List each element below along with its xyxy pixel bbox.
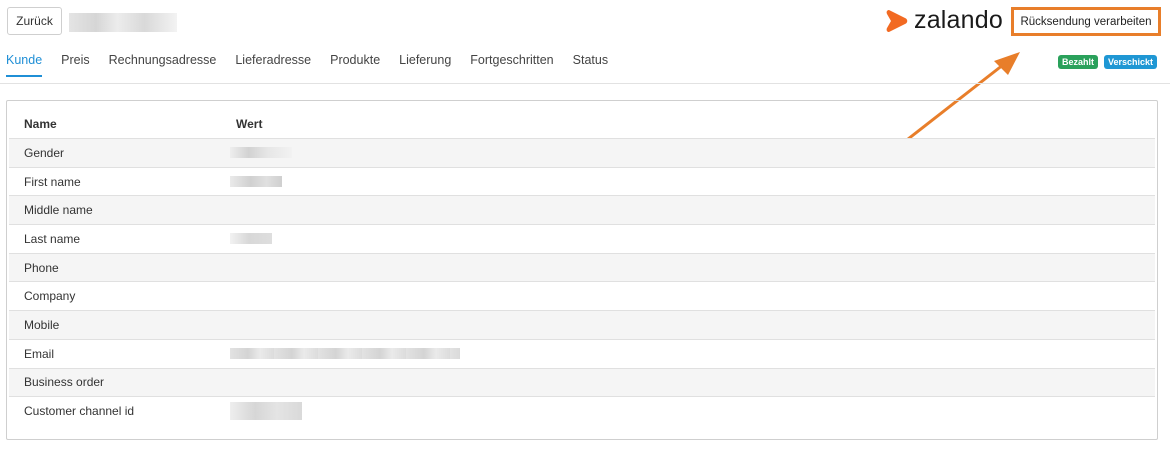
row-label: First name	[24, 174, 81, 189]
table-row: First name	[9, 166, 1155, 196]
table-row: Phone	[9, 252, 1155, 282]
customer-table: Name Wert Gender First name Middle name …	[9, 109, 1155, 425]
column-header-value: Wert	[236, 116, 263, 131]
order-title-redacted	[69, 13, 177, 32]
customer-panel: Name Wert Gender First name Middle name …	[6, 100, 1158, 440]
tab-bar: Kunde Preis Rechnungsadresse Lieferadres…	[6, 53, 627, 77]
row-label: Business order	[24, 375, 105, 390]
tab-produkte[interactable]: Produkte	[330, 53, 380, 77]
row-label: Last name	[24, 231, 81, 246]
status-badge-paid: Bezahlt	[1058, 55, 1099, 69]
redacted-value	[230, 233, 272, 245]
zalando-logo: zalando	[885, 6, 1003, 35]
table-header: Name Wert	[9, 109, 1155, 138]
process-return-button[interactable]: Rücksendung verarbeiten	[1011, 7, 1161, 36]
tab-fortgeschritten[interactable]: Fortgeschritten	[470, 53, 553, 77]
table-row: Mobile	[9, 310, 1155, 339]
tab-divider	[0, 83, 1170, 84]
status-badge-shipped: Verschickt	[1104, 55, 1158, 69]
row-label: Email	[24, 346, 55, 361]
row-label: Gender	[24, 145, 65, 160]
row-label: Phone	[24, 260, 59, 275]
redacted-value	[230, 176, 282, 188]
redacted-value	[230, 402, 302, 421]
status-badges: Bezahlt Verschickt	[1058, 55, 1158, 69]
table-row: Last name	[9, 224, 1155, 253]
table-row: Gender	[9, 138, 1155, 167]
column-header-name: Name	[24, 116, 57, 131]
tab-status[interactable]: Status	[573, 53, 608, 77]
redacted-value	[230, 147, 292, 159]
tab-lieferung[interactable]: Lieferung	[399, 53, 451, 77]
table-row: Business order	[9, 367, 1155, 397]
table-row: Middle name	[9, 195, 1155, 225]
row-label: Customer channel id	[24, 404, 135, 419]
row-label: Company	[24, 289, 76, 304]
zalando-wordmark: zalando	[914, 6, 1003, 34]
redacted-value	[230, 348, 460, 360]
table-row: Customer channel id	[9, 396, 1155, 425]
row-label: Middle name	[24, 203, 93, 218]
row-label: Mobile	[24, 317, 60, 332]
tab-preis[interactable]: Preis	[61, 53, 89, 77]
tab-rechnungsadresse[interactable]: Rechnungsadresse	[109, 53, 217, 77]
tab-kunde[interactable]: Kunde	[6, 53, 43, 77]
table-row: Email	[9, 338, 1155, 368]
tab-lieferadresse[interactable]: Lieferadresse	[235, 53, 311, 77]
table-row: Company	[9, 281, 1155, 310]
zalando-flag-icon	[886, 9, 908, 32]
back-button[interactable]: Zurück	[7, 7, 62, 35]
